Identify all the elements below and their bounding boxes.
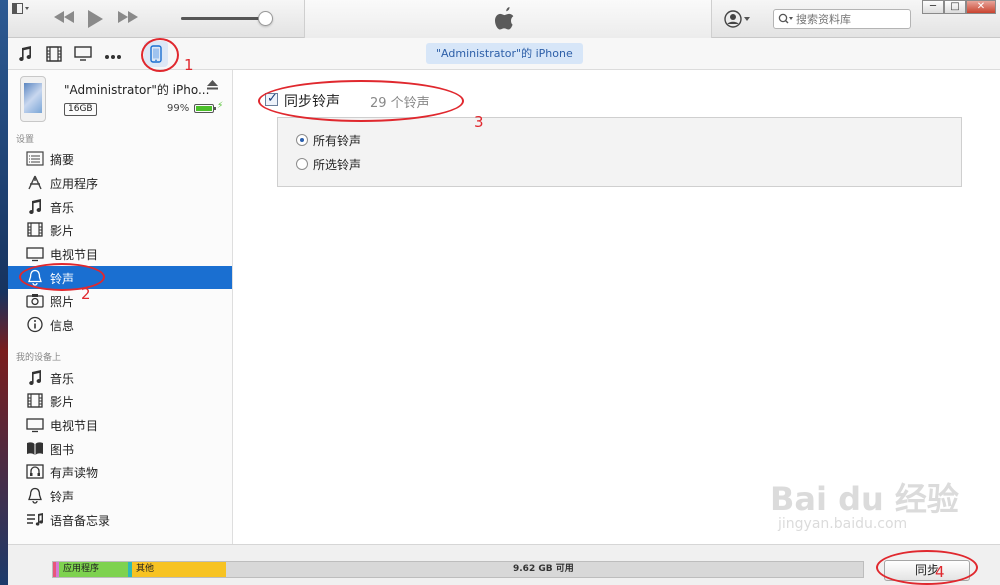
- sidebar-item-movies[interactable]: 影片: [8, 218, 232, 241]
- book-icon: [26, 440, 44, 457]
- settings-section-title: 设置: [16, 135, 35, 145]
- sidebar-item-photos[interactable]: 照片: [8, 289, 232, 312]
- apps-icon: [26, 174, 44, 191]
- camera-icon: [26, 292, 44, 309]
- sidebar-item-label: 影片: [50, 224, 75, 238]
- sidebar-item-device-tones[interactable]: 铃声: [8, 484, 232, 507]
- all-tones-label[interactable]: 所有铃声: [313, 132, 361, 149]
- tv-icon: [26, 245, 44, 262]
- sidebar: "Administrator"的 iPho... 16GB 99% ⚡ 设置 摘…: [8, 70, 233, 544]
- previous-track-icon[interactable]: [52, 9, 76, 30]
- annotation-circle-4: [876, 550, 978, 585]
- close-button[interactable]: ✕: [966, 0, 996, 14]
- sidebar-item-label: 照片: [50, 295, 75, 309]
- next-track-icon[interactable]: [116, 9, 140, 30]
- sidebar-item-device-tv-shows[interactable]: 电视节目: [8, 413, 232, 436]
- minimize-button[interactable]: ─: [922, 0, 944, 14]
- baidu-watermark: Bai du 经验: [770, 480, 959, 518]
- maximize-button[interactable]: □: [944, 0, 966, 14]
- info-icon: [26, 316, 44, 333]
- account-icon[interactable]: [724, 10, 752, 31]
- baidu-watermark-url: jingyan.baidu.com: [778, 516, 908, 532]
- eject-icon[interactable]: [207, 80, 218, 93]
- sidebar-item-device-voice-memos[interactable]: 语音备忘录: [8, 508, 232, 531]
- more-icon[interactable]: [104, 49, 122, 63]
- tv-icon: [26, 416, 44, 433]
- all-tones-radio[interactable]: [296, 134, 308, 146]
- annotation-number-4: 4: [935, 563, 945, 581]
- sidebar-item-label: 语音备忘录: [50, 514, 111, 528]
- audiobook-icon: [26, 463, 44, 480]
- bell-icon: [26, 487, 44, 504]
- window-menu-icon[interactable]: [12, 3, 30, 18]
- device-name: "Administrator"的 iPho...: [64, 83, 210, 97]
- sidebar-item-label: 音乐: [50, 372, 75, 386]
- itunes-window: ─ □ ✕ "Administrator"的 iPhone "Administr…: [8, 0, 1000, 585]
- sidebar-item-label: 影片: [50, 395, 75, 409]
- sidebar-item-tv-shows[interactable]: 电视节目: [8, 242, 232, 265]
- volume-slider-track[interactable]: [181, 17, 267, 20]
- charging-icon: ⚡: [217, 101, 224, 111]
- film-icon: [26, 221, 44, 238]
- apple-logo-icon: [494, 6, 516, 35]
- capacity-badge: 16GB: [64, 103, 97, 116]
- sidebar-item-summary[interactable]: 摘要: [8, 147, 232, 170]
- sidebar-item-label: 有声读物: [50, 466, 99, 480]
- voice-memo-icon: [26, 511, 44, 528]
- sidebar-item-label: 应用程序: [50, 177, 99, 191]
- annotation-number-3: 3: [474, 113, 484, 131]
- desktop-background: [0, 0, 8, 585]
- sidebar-item-label: 摘要: [50, 153, 75, 167]
- music-icon[interactable]: [18, 46, 32, 65]
- capacity-bar-area: 应用程序 其他 9.62 GB 可用 同步: [8, 544, 1000, 585]
- music-icon: [26, 369, 44, 386]
- sidebar-item-device-music[interactable]: 音乐: [8, 366, 232, 389]
- play-icon[interactable]: [86, 9, 104, 34]
- tone-options-box: 所有铃声 所选铃声: [277, 117, 962, 187]
- sidebar-item-label: 图书: [50, 443, 75, 457]
- device-image: [20, 76, 46, 122]
- sidebar-item-label: 信息: [50, 319, 75, 333]
- device-name-label[interactable]: "Administrator"的 iPhone: [426, 43, 583, 64]
- annotation-circle-3: [258, 80, 464, 122]
- sidebar-item-label: 铃声: [50, 490, 75, 504]
- selected-tones-label[interactable]: 所选铃声: [313, 156, 361, 173]
- library-search-box[interactable]: [773, 9, 911, 29]
- capacity-segment-apps: 应用程序: [59, 562, 128, 577]
- search-input[interactable]: [796, 11, 908, 27]
- sidebar-item-music[interactable]: 音乐: [8, 195, 232, 218]
- volume-slider-knob[interactable]: [258, 11, 273, 26]
- summary-icon: [26, 150, 44, 167]
- sidebar-item-device-books[interactable]: 图书: [8, 437, 232, 460]
- battery-icon: [194, 104, 216, 113]
- film-icon[interactable]: [46, 46, 62, 65]
- annotation-circle-2: [19, 263, 105, 291]
- free-space-label: 9.62 GB 可用: [513, 564, 574, 574]
- music-icon: [26, 198, 44, 215]
- sidebar-item-device-audiobooks[interactable]: 有声读物: [8, 460, 232, 483]
- search-icon: [778, 13, 794, 28]
- annotation-number-1: 1: [184, 56, 194, 74]
- selected-tones-radio[interactable]: [296, 158, 308, 170]
- sidebar-item-label: 电视节目: [50, 419, 99, 433]
- capacity-bar: 应用程序 其他 9.62 GB 可用: [52, 561, 864, 578]
- sidebar-item-label: 电视节目: [50, 248, 99, 262]
- annotation-circle-1: [141, 38, 179, 72]
- sidebar-item-apps[interactable]: 应用程序: [8, 171, 232, 194]
- status-display: [304, 0, 712, 38]
- annotation-number-2: 2: [81, 285, 91, 303]
- volume-slider-fill: [181, 17, 259, 20]
- sidebar-item-device-movies[interactable]: 影片: [8, 389, 232, 412]
- tones-panel: ✓ 同步铃声 29 个铃声 所有铃声 所选铃声: [234, 70, 1000, 544]
- battery-percent: 99%: [167, 103, 190, 114]
- sidebar-item-label: 音乐: [50, 201, 75, 215]
- sidebar-item-info[interactable]: 信息: [8, 313, 232, 336]
- player-toolbar: ─ □ ✕: [8, 0, 1000, 38]
- tv-icon[interactable]: [74, 46, 92, 64]
- on-device-section-title: 我的设备上: [16, 353, 62, 363]
- capacity-segment-other: 其他: [132, 562, 226, 577]
- film-icon: [26, 392, 44, 409]
